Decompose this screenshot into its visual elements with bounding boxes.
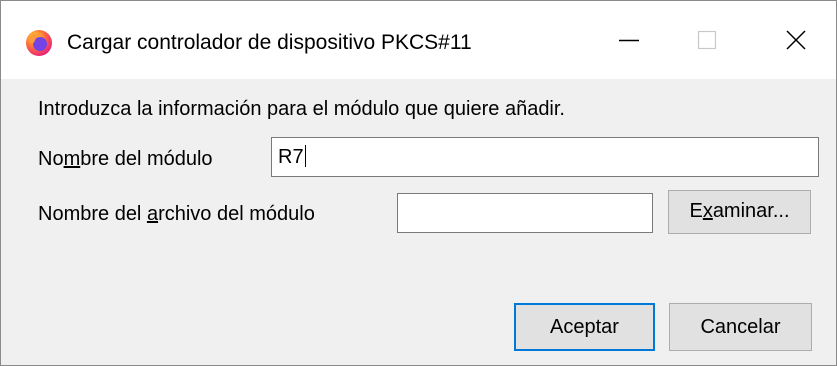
module-file-label-pre: Nombre del [38, 203, 147, 225]
close-button[interactable] [750, 1, 837, 79]
firefox-icon [25, 29, 53, 57]
browse-label-post: aminar... [712, 200, 790, 222]
module-file-label-accesskey: a [146, 203, 159, 225]
module-name-label-pre: No [38, 148, 64, 170]
browse-label-accesskey: x [702, 200, 713, 222]
minimize-icon [619, 39, 639, 42]
module-name-input[interactable]: R7 [271, 137, 819, 177]
dialog-window: Cargar controlador de dispositivo PKCS#1… [0, 0, 837, 366]
module-name-label: Nombre del módulo [38, 148, 213, 171]
module-file-label: Nombre del archivo del módulo [38, 203, 315, 226]
dialog-content: Introduzca la información para el módulo… [1, 79, 836, 365]
module-name-label-post: bre del módulo [80, 148, 213, 170]
intro-text: Introduzca la información para el módulo… [38, 98, 565, 120]
browse-label-pre: E [689, 200, 703, 222]
text-caret [304, 145, 306, 167]
accept-button[interactable]: Aceptar [514, 303, 655, 351]
module-file-label-post: rchivo del módulo [158, 203, 315, 225]
title-bar[interactable]: Cargar controlador de dispositivo PKCS#1… [1, 1, 836, 79]
maximize-icon [697, 30, 717, 50]
close-icon [786, 30, 806, 50]
cancel-button[interactable]: Cancelar [669, 303, 812, 351]
browse-button[interactable]: Examinar... [668, 190, 811, 234]
module-name-label-accesskey: m [63, 148, 81, 170]
window-title: Cargar controlador de dispositivo PKCS#1… [67, 31, 472, 54]
module-file-input[interactable] [397, 193, 653, 233]
module-name-value: R7 [278, 146, 304, 168]
maximize-button [661, 1, 753, 79]
